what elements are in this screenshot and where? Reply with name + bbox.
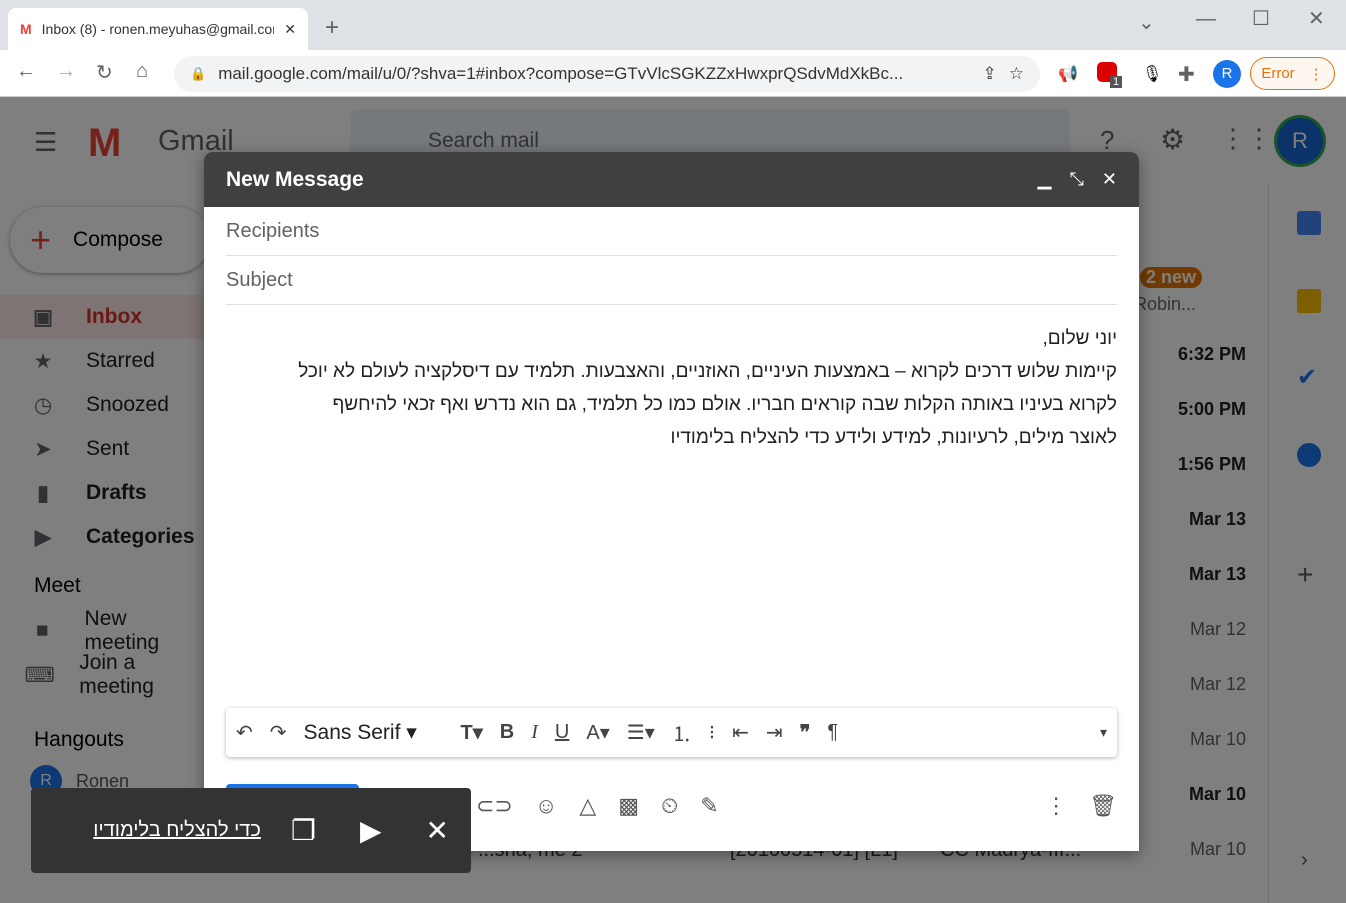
remove-formatting-icon[interactable]: ¶ [827,721,838,744]
more-formatting-icon[interactable]: ▾ [1100,724,1107,741]
play-icon[interactable]: ▶ [360,814,382,847]
emoji-icon[interactable]: ☺ [535,793,557,819]
font-label: Sans Serif [303,721,401,744]
discard-trash-icon[interactable]: 🗑 [1089,793,1117,819]
text-color-icon[interactable]: A▾ [586,720,609,745]
quote-icon[interactable]: ❞ [800,720,811,745]
url-text[interactable]: mail.google.com/mail/u/0/?shva=1#inbox?c… [218,64,970,84]
error-button[interactable]: Error ⋮ [1250,57,1335,90]
font-select[interactable]: Sans Serif ▾ [304,720,444,745]
recipients-placeholder: Recipients [226,219,320,242]
close-window-icon[interactable]: ✕ [1308,6,1325,31]
bookmark-star-icon[interactable]: ☆ [1009,64,1024,84]
align-icon[interactable]: ☰▾ [627,720,655,745]
back-icon[interactable]: ← [16,60,36,83]
new-tab-icon[interactable]: + [325,14,339,42]
tab-search-icon[interactable]: ⌄ [1138,10,1155,35]
maximize-icon[interactable]: ☐ [1252,6,1270,31]
reload-icon[interactable]: ↻ [96,60,113,85]
body-line: יוני שלום, [1042,328,1117,349]
link-icon[interactable]: ⊂⊃ [476,793,513,819]
close-toast-icon[interactable]: ✕ [426,814,449,847]
compose-window: New Message ▁ ⤡ ✕ Recipients Subject יונ… [204,152,1139,851]
more-options-icon[interactable]: ⋮ [1045,793,1067,819]
toast-link[interactable]: כדי להצליח בלימודיו [53,819,261,842]
extension-badge: 1 [1110,76,1123,88]
indent-more-icon[interactable]: ⇥ [766,720,783,745]
italic-icon[interactable]: I [531,721,538,744]
exit-fullscreen-icon[interactable]: ⤡ [1070,169,1084,190]
bulleted-list-icon[interactable]: ⁝ [709,720,715,745]
drive-icon[interactable]: △ [579,793,596,819]
underline-icon[interactable]: U [555,721,569,744]
mic-extension-icon[interactable]: 🎙 [1142,64,1162,84]
signature-icon[interactable]: ✎ [700,793,718,819]
tab-title: Inbox (8) - ronen.meyuhas@gmail.com [41,21,275,37]
profile-avatar[interactable]: R [1213,60,1241,88]
subject-input[interactable]: Subject [226,256,1117,305]
close-icon[interactable]: ✕ [1102,169,1117,190]
font-size-icon[interactable]: T▾ [461,720,483,745]
undo-icon[interactable]: ↶ [236,720,253,745]
indent-less-icon[interactable]: ⇤ [732,720,749,745]
subject-placeholder: Subject [226,268,293,291]
confidential-mode-icon[interactable]: ⏲ [661,793,678,819]
lock-icon: 🔒 [190,66,207,81]
formatting-toolbar: ↶ ↷ Sans Serif ▾ T▾ B I U A▾ ☰▾ ⒈ ⁝ ⇤ ⇥ … [226,708,1117,757]
body-line: לאוצר מילים, לרעיונות, למידע ולידע כדי ל… [670,427,1117,448]
megaphone-extension-icon[interactable]: 📢 [1058,64,1078,84]
extensions-puzzle-icon[interactable]: ✚ [1178,62,1195,87]
share-icon[interactable]: ⇪ [983,64,997,84]
minimize-icon[interactable]: — [1196,8,1216,31]
tab-bar: M Inbox (8) - ronen.meyuhas@gmail.com ✕ … [0,0,1346,50]
numbered-list-icon[interactable]: ⒈ [672,718,692,747]
forward-icon[interactable]: → [56,60,76,83]
menu-dots-icon: ⋮ [1308,65,1324,83]
compose-header: New Message ▁ ⤡ ✕ [204,152,1139,207]
browser-tab[interactable]: M Inbox (8) - ronen.meyuhas@gmail.com ✕ [8,8,308,50]
bold-icon[interactable]: B [500,721,514,744]
photo-icon[interactable]: ▩ [618,793,639,819]
error-label: Error [1261,65,1295,82]
gmail-favicon-icon: M [20,21,32,37]
minimize-icon[interactable]: ▁ [1038,169,1052,190]
compose-title: New Message [226,167,364,191]
body-line: קיימות שלוש דרכים לקרוא – באמצעות העיניי… [298,361,1117,382]
body-line: לקרוא בעיניו באותה הקלות שבה קוראים חברי… [332,394,1117,415]
message-body[interactable]: יוני שלום, קיימות שלוש דרכים לקרוא – באמ… [226,322,1117,454]
copy-icon[interactable]: ❐ [291,814,316,847]
close-tab-icon[interactable]: ✕ [284,21,296,38]
home-icon[interactable]: ⌂ [136,60,148,83]
read-aloud-toast: כדי להצליח בלימודיו ❐ ▶ ✕ [31,788,471,873]
redo-icon[interactable]: ↷ [270,720,287,745]
recipients-input[interactable]: Recipients [226,207,1117,256]
address-bar[interactable]: 🔒 mail.google.com/mail/u/0/?shva=1#inbox… [174,56,1040,92]
